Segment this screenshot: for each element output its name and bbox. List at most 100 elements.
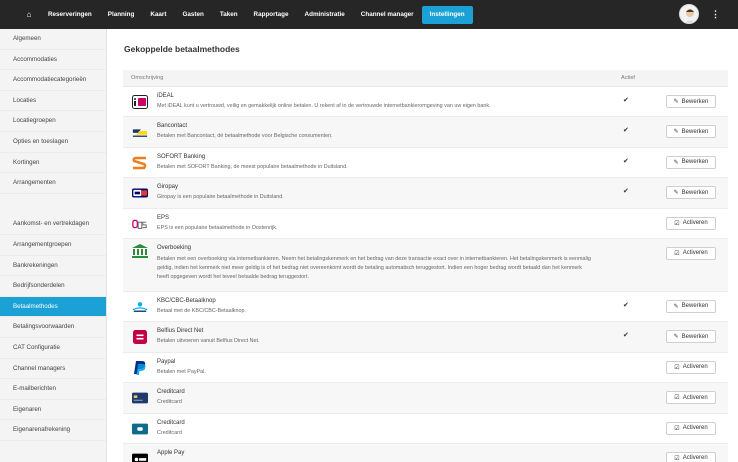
nav-kaart[interactable]: Kaart: [142, 6, 174, 24]
row-title: iDEAL: [157, 93, 175, 99]
checkbox-icon: ☑: [674, 220, 680, 227]
sofort-logo-icon: [132, 156, 148, 170]
sidebar-item-eigenarenafrekening[interactable]: Eigenarenafrekening: [0, 420, 106, 441]
sidebar-item-betalingsvoorwaarden[interactable]: Betalingsvoorwaarden: [0, 317, 106, 338]
nav-channel-manager[interactable]: Channel manager: [353, 6, 422, 24]
activate-button[interactable]: ☑ Activeren: [666, 421, 716, 435]
sidebar-item-channel-managers[interactable]: Channel managers: [0, 359, 106, 380]
edit-button[interactable]: ✎ Bewerken: [666, 95, 716, 108]
page-title: Gekoppelde betaalmethodes: [124, 44, 240, 54]
pencil-icon: ✎: [673, 334, 679, 341]
main-content: Gekoppelde betaalmethodes Omschrijving A…: [107, 29, 738, 462]
row-title: Apple Pay: [157, 449, 185, 456]
sidebar-item-emailberichten[interactable]: E-mailberichten: [0, 379, 106, 400]
column-header-active: Actief: [621, 75, 635, 81]
nav-planning[interactable]: Planning: [100, 6, 143, 24]
activate-button-label: Activeren: [682, 220, 708, 227]
activate-button[interactable]: ☑ Activeren: [666, 360, 716, 374]
sidebar-item-cat-configuratie[interactable]: CAT Configuratie: [0, 338, 106, 359]
sidebar-item-eigenaren[interactable]: Eigenaren: [0, 400, 106, 421]
activate-button[interactable]: ☑ Activeren: [666, 216, 716, 230]
row-title: Belfius Direct Net: [157, 328, 204, 335]
sidebar-item-accommodatiecategorieen[interactable]: Accommodatiecategorieën: [0, 70, 106, 91]
active-check-icon: ✔: [623, 97, 629, 104]
activate-button[interactable]: ☑ Activeren: [666, 451, 716, 462]
activate-button[interactable]: ☑ Activeren: [666, 391, 716, 405]
row-description-text: Betalen met een overboeking via internet…: [157, 255, 591, 281]
sidebar-item-kortingen[interactable]: Kortingen: [0, 153, 106, 174]
table-row: Apple Pay ☑ Activeren: [123, 443, 728, 462]
row-description: Met iDEAL kunt u vertrouwd, veilig en ge…: [157, 103, 491, 109]
ideal-logo-icon: [132, 95, 148, 109]
home-icon[interactable]: ⌂: [18, 10, 40, 19]
pencil-icon: ✎: [673, 129, 679, 136]
avatar[interactable]: [679, 4, 699, 24]
sidebar-item-arrangementgroepen[interactable]: Arrangementgroepen: [0, 235, 106, 256]
row-title: Creditcard: [157, 419, 185, 426]
edit-button[interactable]: ✎ Bewerken: [666, 299, 716, 313]
paypal-logo-icon: [132, 360, 148, 375]
table-row: Giropay Giropay is een populaire betaalm…: [123, 178, 728, 209]
table-row: Creditcard Creditcard ☑ Activeren: [123, 383, 728, 414]
active-check-icon: ✔: [623, 188, 629, 196]
edit-button-label: Bewerken: [681, 303, 709, 310]
sidebar-item-locatiegroepen[interactable]: Locatiegroepen: [0, 111, 106, 132]
nav-instellingen[interactable]: Instellingen: [421, 5, 473, 24]
checkbox-icon: ☑: [674, 395, 680, 402]
table-row: Creditcard Creditcard ☑ Activeren: [123, 414, 728, 444]
row-description: Betalen met Bancontact, dé betaalmethode…: [157, 133, 333, 140]
sidebar-item-accommodaties[interactable]: Accommodaties: [0, 50, 106, 71]
edit-button-label: Bewerken: [681, 189, 709, 196]
sidebar-item-arrangementen[interactable]: Arrangementen: [0, 173, 106, 194]
row-description: EPS is een populaire betaalmethode in Oo…: [157, 224, 278, 231]
edit-button-label: Bewerken: [681, 159, 709, 166]
row-title: Bancontact: [157, 123, 188, 130]
active-check-icon: ✔: [623, 157, 629, 165]
nav-reserveringen[interactable]: Reserveringen: [40, 6, 100, 24]
activate-button-label: Activeren: [682, 425, 708, 432]
row-description: Betalen met PayPal.: [157, 368, 206, 375]
activate-button-label: Activeren: [682, 364, 708, 371]
edit-button-label: Bewerken: [681, 128, 709, 135]
sidebar-item-algemeen[interactable]: Algemeen: [0, 29, 106, 50]
column-header-description: Omschrijving: [131, 75, 164, 81]
table-row: EPS EPS is een populaire betaalmethode i…: [123, 209, 728, 239]
nav-rapportage[interactable]: Rapportage: [246, 6, 297, 24]
activate-button-label: Activeren: [682, 250, 708, 257]
row-description: Creditcard: [157, 399, 182, 406]
active-check-icon: ✔: [623, 127, 629, 135]
table-row: Overboeking Betalen met een overboeking …: [123, 238, 728, 292]
sidebar-item-locaties[interactable]: Locaties: [0, 91, 106, 112]
avatar-face-icon: [684, 9, 696, 23]
creditcard-logo-icon: [132, 391, 148, 405]
edit-button[interactable]: ✎ Bewerken: [666, 186, 716, 200]
activate-button-label: Activeren: [682, 455, 708, 462]
edit-button[interactable]: ✎ Bewerken: [666, 155, 716, 169]
pencil-icon: ✎: [673, 190, 679, 197]
row-title: EPS: [157, 214, 170, 221]
sidebar-item-opties[interactable]: Opties en toeslagen: [0, 132, 106, 153]
nav-gasten[interactable]: Gasten: [174, 6, 211, 24]
nav-administratie[interactable]: Administratie: [297, 6, 353, 24]
row-title: Overboeking: [157, 244, 192, 251]
pencil-icon: ✎: [673, 303, 679, 310]
edit-button-label: Bewerken: [681, 333, 709, 340]
table-row: KBC/CBC-Betaalknop Betaal met de KBC/CBC…: [123, 292, 728, 323]
activate-button-label: Activeren: [682, 394, 708, 401]
table-row: Belfius Direct Net Betalen uitvoeren van…: [123, 322, 728, 353]
sidebar-item-betaalmethodes[interactable]: Betaalmethodes: [0, 296, 106, 318]
more-menu-icon[interactable]: ⋮: [711, 9, 720, 20]
edit-button[interactable]: ✎ Bewerken: [666, 125, 716, 139]
creditcard-logo-icon: [132, 422, 148, 436]
sidebar-item-aankomst-vertrekdagen[interactable]: Aankomst- en vertrekdagen: [0, 214, 106, 235]
kbc-logo-icon: [132, 300, 148, 314]
sidebar-item-bedrijfsonderdelen[interactable]: Bedrijfsonderdelen: [0, 276, 106, 297]
sidebar-item-bankrekeningen[interactable]: Bankrekeningen: [0, 256, 106, 277]
table-row: Bancontact Betalen met Bancontact, dé be…: [123, 117, 728, 148]
activate-button[interactable]: ☑ Activeren: [666, 246, 716, 260]
edit-button[interactable]: ✎ Bewerken: [666, 330, 716, 344]
row-description: Creditcard: [157, 429, 182, 436]
table-row: iDEAL Met iDEAL kunt u vertrouwd, veilig…: [123, 87, 728, 118]
top-navigation: ⌂ Reserveringen Planning Kaart Gasten Ta…: [0, 0, 738, 29]
nav-taken[interactable]: Taken: [212, 6, 246, 24]
